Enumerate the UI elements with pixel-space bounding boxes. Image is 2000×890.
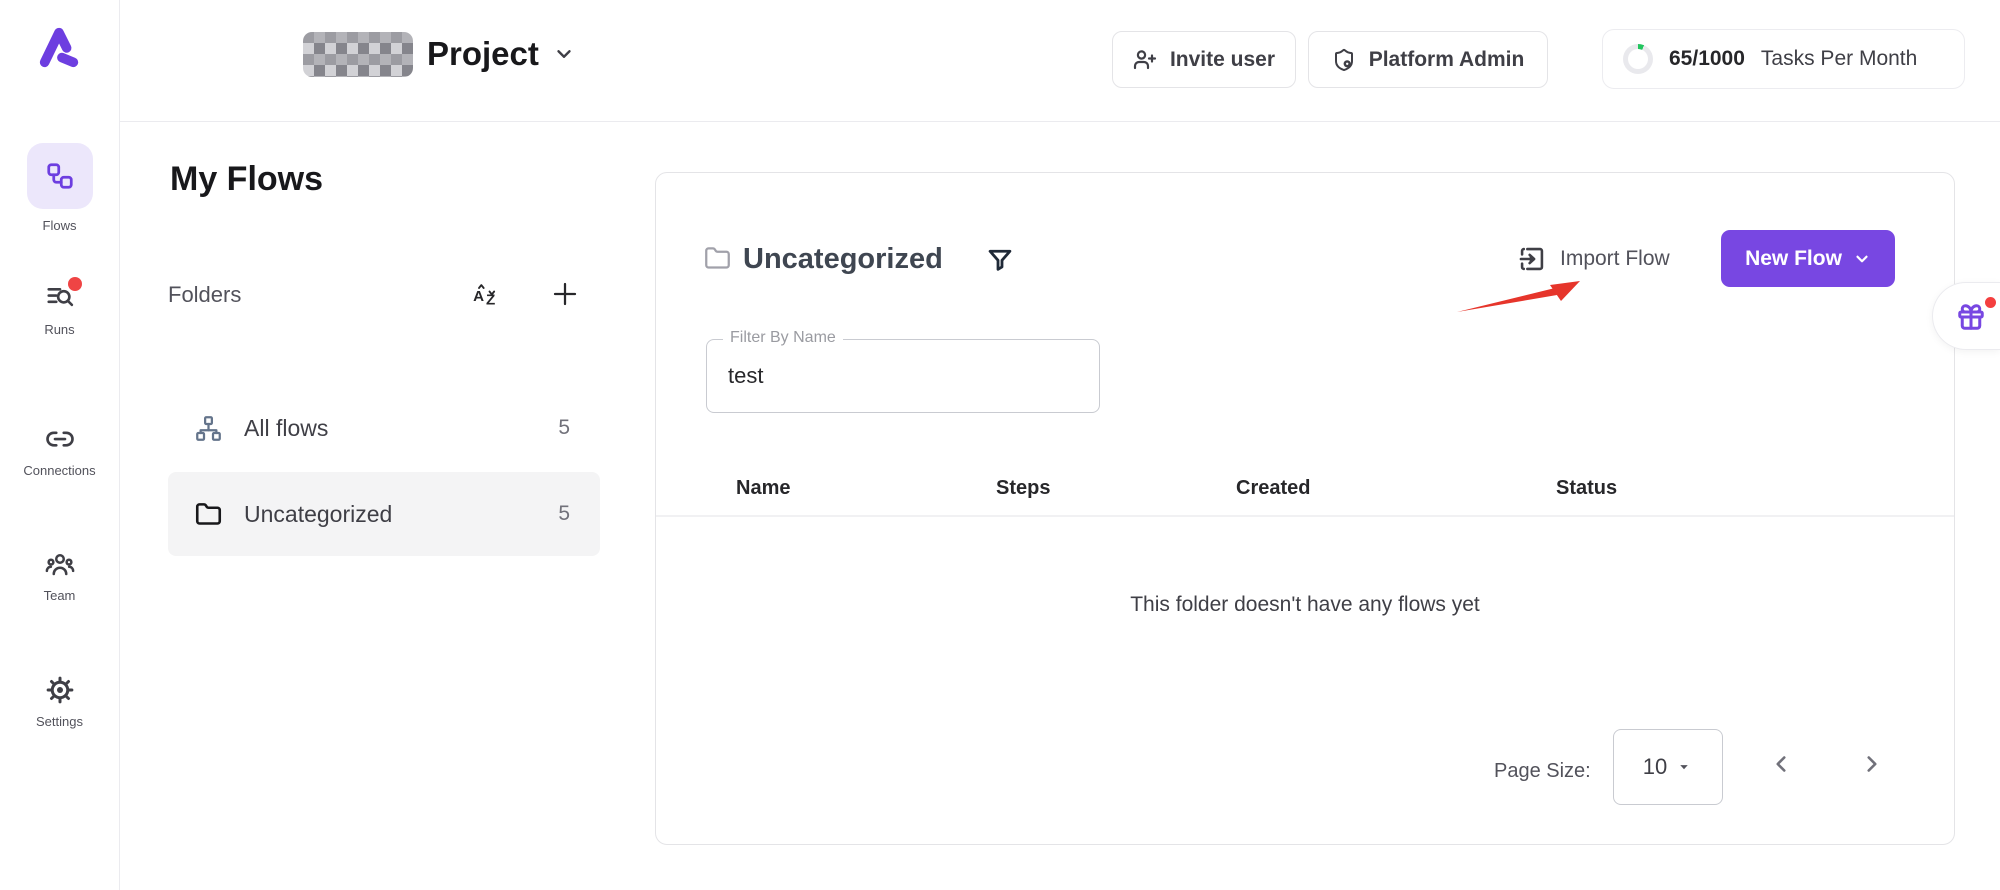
workflow-icon: [45, 161, 75, 191]
shield-admin-icon: [1332, 48, 1356, 72]
table-header-steps: Steps: [996, 477, 1050, 500]
panel-folder-title: Uncategorized: [743, 241, 943, 277]
table-header-created: Created: [1236, 477, 1310, 500]
previous-page-button[interactable]: [1768, 751, 1794, 777]
folders-heading: Folders: [168, 282, 241, 308]
filter-funnel-icon[interactable]: [986, 246, 1014, 274]
invite-user-label: Invite user: [1170, 48, 1275, 72]
gift-icon: [1956, 302, 1986, 332]
project-name-label: Project: [427, 30, 539, 78]
flows-panel: Uncategorized Import Flow New Flow: [655, 172, 1955, 845]
table-header-status: Status: [1556, 477, 1617, 500]
folder-icon: [704, 245, 731, 272]
sidebar-item-label: Flows: [43, 218, 77, 233]
page-title: My Flows: [170, 160, 323, 199]
flows-active-tile: [27, 143, 93, 209]
gift-notification-dot: [1985, 297, 1996, 308]
sidebar-item-runs[interactable]: Runs: [0, 283, 119, 337]
folder-item-all-flows[interactable]: All flows 5: [168, 393, 600, 463]
chevron-down-icon: [1853, 250, 1871, 268]
folder-item-uncategorized[interactable]: Uncategorized 5: [168, 472, 600, 556]
chevron-down-icon: [553, 43, 575, 65]
new-flow-label: New Flow: [1745, 247, 1842, 271]
runs-notification-dot: [68, 277, 82, 291]
sidebar-item-connections[interactable]: Connections: [0, 424, 119, 478]
import-flow-button[interactable]: Import Flow: [1518, 245, 1670, 273]
folder-label: Uncategorized: [244, 501, 392, 528]
sidebar-item-team[interactable]: Team: [0, 549, 119, 603]
network-icon: [195, 415, 222, 442]
import-icon: [1518, 245, 1546, 273]
sidebar-item-label: Settings: [36, 714, 83, 729]
user-plus-icon: [1133, 48, 1157, 72]
invite-user-button[interactable]: Invite user: [1112, 31, 1296, 88]
filter-field-label: Filter By Name: [723, 329, 843, 347]
folder-icon: [195, 501, 222, 528]
sidebar-item-flows[interactable]: Flows: [0, 143, 119, 233]
project-switcher[interactable]: Project: [303, 30, 575, 78]
select-caret-icon: [1675, 758, 1693, 776]
next-page-button[interactable]: [1859, 751, 1885, 777]
add-folder-button[interactable]: [550, 279, 580, 309]
platform-admin-button[interactable]: Platform Admin: [1308, 31, 1548, 88]
team-icon: [45, 549, 75, 579]
page-size-value: 10: [1643, 754, 1667, 780]
page-size-label: Page Size:: [1494, 760, 1591, 783]
platform-admin-label: Platform Admin: [1369, 48, 1525, 72]
page-size-select[interactable]: 10: [1613, 729, 1723, 805]
sidebar-item-label: Runs: [44, 322, 74, 337]
table-divider: [656, 515, 1954, 517]
folder-count: 5: [558, 502, 570, 526]
tasks-progress-ring: [1623, 44, 1653, 74]
app-root: Flows Runs Connections: [0, 0, 2000, 890]
app-logo-icon[interactable]: [36, 24, 82, 70]
svg-text:A: A: [473, 288, 484, 305]
sidebar-item-label: Connections: [23, 463, 95, 478]
folder-count: 5: [558, 416, 570, 440]
runs-icon: [45, 283, 75, 313]
empty-state-message: This folder doesn't have any flows yet: [656, 593, 1954, 617]
new-flow-button[interactable]: New Flow: [1721, 230, 1895, 287]
link-icon: [45, 424, 75, 454]
top-header: Project Invite user Platform Admin: [120, 0, 2000, 122]
tasks-usage-badge[interactable]: 65/1000 Tasks Per Month: [1602, 29, 1965, 89]
whats-new-tab[interactable]: [1932, 282, 2000, 350]
tasks-label: Tasks Per Month: [1761, 47, 1917, 71]
filter-by-name-field: Filter By Name: [706, 339, 1100, 413]
sidebar-item-settings[interactable]: Settings: [0, 675, 119, 729]
censored-project-name: [303, 32, 413, 77]
table-header-name: Name: [736, 477, 790, 500]
tasks-count: 65/1000: [1669, 47, 1745, 71]
import-flow-label: Import Flow: [1560, 247, 1670, 271]
folder-label: All flows: [244, 415, 328, 442]
filter-by-name-input[interactable]: [707, 340, 1099, 412]
sidebar: Flows Runs Connections: [0, 0, 120, 890]
gear-icon: [45, 675, 75, 705]
sidebar-item-label: Team: [44, 588, 76, 603]
sort-az-icon[interactable]: A Z: [472, 281, 500, 309]
